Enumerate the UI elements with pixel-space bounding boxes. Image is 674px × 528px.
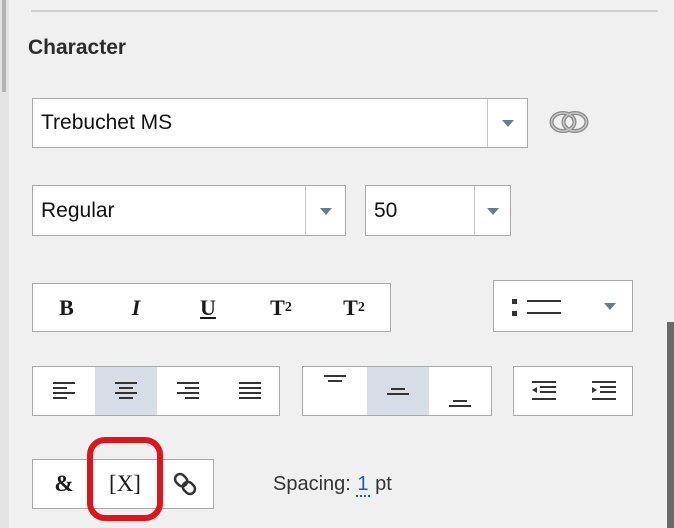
align-right-icon — [177, 382, 199, 399]
spacing-control: Spacing: 1 pt — [273, 473, 392, 497]
align-justify-icon — [239, 382, 261, 399]
left-scrollbar[interactable] — [0, 0, 9, 528]
hyperlink-chain-icon — [173, 472, 197, 496]
underline-button[interactable]: U — [172, 284, 244, 331]
font-size-dropdown-arrow[interactable] — [474, 186, 510, 235]
font-style-dropdown[interactable]: Regular — [32, 185, 346, 236]
font-family-dropdown-arrow[interactable] — [487, 99, 527, 147]
increase-indent-button[interactable] — [574, 367, 634, 415]
font-size-value: 50 — [374, 198, 398, 222]
font-style-value: Regular — [41, 198, 115, 222]
align-center-button[interactable] — [95, 367, 157, 415]
decrease-indent-icon — [532, 381, 556, 400]
chevron-down-icon — [604, 303, 616, 310]
align-justify-button[interactable] — [219, 367, 281, 415]
spacing-unit: pt — [375, 473, 392, 495]
decrease-indent-button[interactable] — [514, 367, 574, 415]
chevron-down-icon — [319, 207, 332, 215]
increase-indent-icon — [592, 381, 616, 400]
insert-variable-button[interactable]: [X] — [95, 460, 155, 508]
panel-scrollbar-thumb[interactable] — [667, 322, 674, 528]
ampersand-button[interactable]: & — [33, 460, 95, 508]
bullet-list-icon — [512, 299, 561, 316]
spacing-value[interactable]: 1 — [356, 473, 370, 497]
chevron-down-icon — [486, 207, 499, 215]
spacing-label: Spacing: — [273, 473, 351, 495]
insert-hyperlink-button[interactable] — [155, 460, 215, 508]
divider — [31, 10, 658, 12]
subscript-button[interactable]: T2 — [318, 284, 390, 331]
left-scrollbar-thumb[interactable] — [2, 0, 6, 92]
bullet-list-dropdown[interactable] — [493, 280, 633, 332]
horizontal-align-group — [32, 366, 280, 416]
font-style-dropdown-arrow[interactable] — [305, 186, 345, 235]
align-left-icon — [53, 382, 75, 399]
align-bottom-button[interactable] — [429, 367, 491, 415]
align-top-icon — [324, 375, 346, 382]
insert-group: & [X] — [32, 459, 214, 509]
align-left-button[interactable] — [33, 367, 95, 415]
align-top-button[interactable] — [303, 367, 367, 415]
linked-styles-icon[interactable] — [547, 107, 591, 137]
vertical-align-group — [302, 366, 492, 416]
superscript-button[interactable]: T2 — [244, 284, 318, 331]
font-family-dropdown[interactable]: Trebuchet MS — [32, 98, 528, 148]
italic-button[interactable]: I — [100, 284, 172, 331]
text-format-group: B I U T2 T2 — [32, 283, 391, 332]
character-panel — [9, 0, 674, 528]
indent-group — [513, 366, 633, 416]
chevron-down-icon — [501, 120, 514, 127]
align-right-button[interactable] — [157, 367, 219, 415]
bold-button[interactable]: B — [33, 284, 100, 331]
font-size-dropdown[interactable]: 50 — [365, 185, 511, 236]
align-bottom-icon — [449, 400, 471, 407]
align-center-icon — [115, 382, 137, 399]
section-title: Character — [28, 36, 127, 59]
font-family-value: Trebuchet MS — [41, 111, 173, 134]
align-middle-icon — [387, 388, 409, 395]
align-middle-button[interactable] — [367, 367, 429, 415]
